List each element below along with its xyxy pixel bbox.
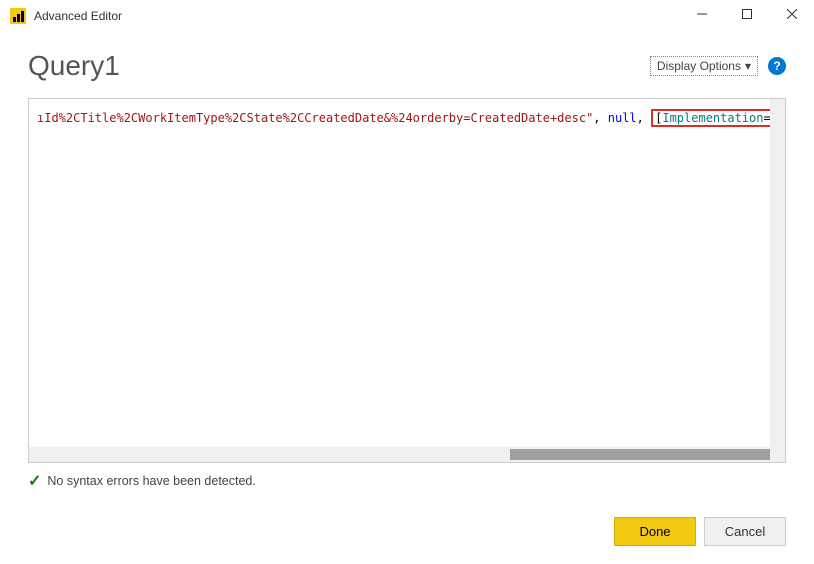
highlighted-parameter: [Implementation="2.0"]) (651, 109, 785, 127)
header-row: Query1 Display Options ▾ ? (0, 32, 814, 88)
cancel-button[interactable]: Cancel (704, 517, 786, 546)
horizontal-scrollbar-thumb[interactable] (510, 449, 770, 460)
maximize-button[interactable] (724, 0, 769, 28)
code-comma: , (593, 111, 607, 125)
checkmark-icon: ✓ (28, 471, 41, 491)
chevron-down-icon: ▾ (745, 59, 751, 73)
code-string-segment: ıId%2CTitle%2CWorkItemType%2CState%2CCre… (37, 111, 593, 125)
done-button[interactable]: Done (614, 517, 696, 546)
window-controls (679, 0, 814, 28)
vertical-scrollbar[interactable] (770, 99, 785, 462)
code-null: null (608, 111, 637, 125)
status-message: No syntax errors have been detected. (47, 474, 255, 488)
titlebar-title: Advanced Editor (34, 9, 122, 23)
close-button[interactable] (769, 0, 814, 28)
display-options-dropdown[interactable]: Display Options ▾ (650, 56, 758, 76)
query-title: Query1 (28, 50, 120, 82)
horizontal-scrollbar[interactable] (29, 447, 770, 462)
header-right: Display Options ▾ ? (650, 56, 786, 76)
code-editor[interactable]: ıId%2CTitle%2CWorkItemType%2CState%2CCre… (28, 98, 786, 463)
display-options-label: Display Options (657, 59, 741, 73)
minimize-button[interactable] (679, 0, 724, 28)
code-content[interactable]: ıId%2CTitle%2CWorkItemType%2CState%2CCre… (29, 99, 785, 462)
titlebar: Advanced Editor (0, 0, 814, 32)
app-icon (10, 8, 26, 24)
code-key: Implementation (662, 111, 763, 125)
status-row: ✓ No syntax errors have been detected. (28, 471, 786, 491)
help-icon[interactable]: ? (768, 57, 786, 75)
footer-row: Done Cancel (614, 517, 786, 546)
code-comma: , (637, 111, 651, 125)
